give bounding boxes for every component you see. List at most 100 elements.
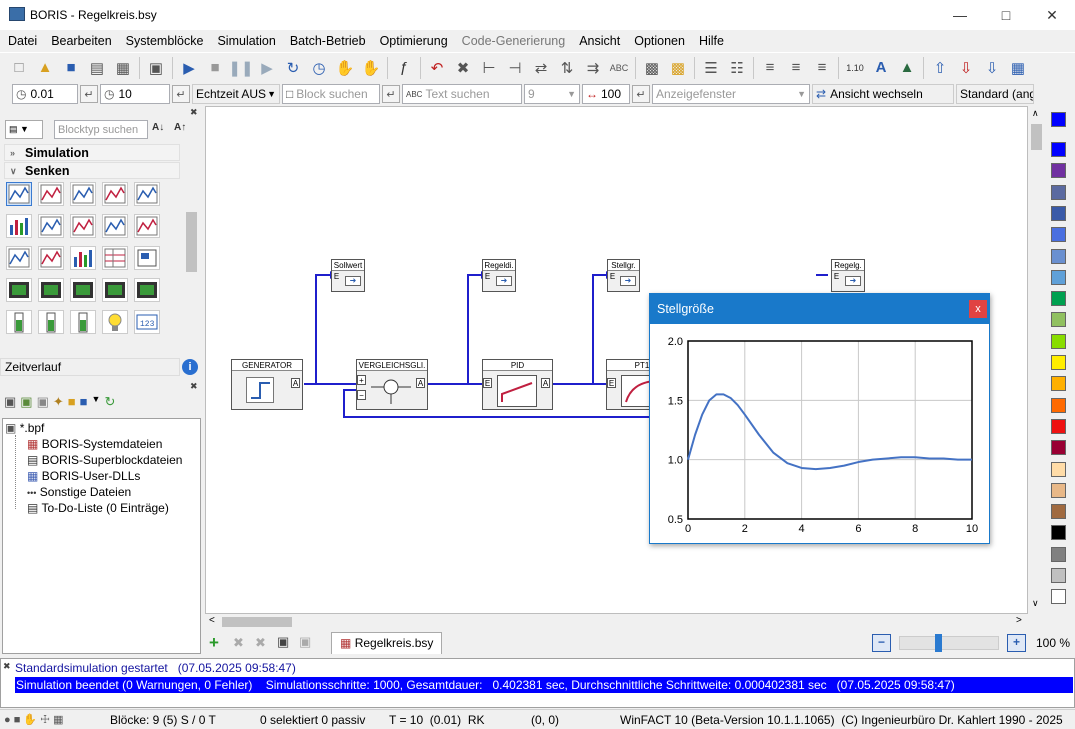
import-icon[interactable]: ⇩ (953, 56, 979, 80)
color-swatch[interactable] (1051, 333, 1066, 349)
tree-item[interactable]: ••• Sonstige Dateien (27, 485, 131, 499)
color-swatch[interactable] (1051, 355, 1066, 370)
block-search-field[interactable]: □ Block suchen (282, 84, 380, 104)
menu-simulation[interactable]: Simulation (210, 31, 282, 51)
switch-view-button[interactable]: ⇄ Ansicht wechseln (812, 84, 954, 104)
tree-item[interactable]: ▤ To-Do-Liste (0 Einträge) (27, 501, 169, 515)
palette-block-chart-icon[interactable] (102, 214, 128, 238)
download-icon[interactable]: ⇩ (979, 56, 1005, 80)
tree-item[interactable]: ▤ BORIS-Superblockdateien (27, 453, 182, 467)
color-swatch[interactable] (1051, 142, 1066, 157)
cut-icon[interactable]: ⊢ (476, 56, 502, 80)
sink-block-stellgr[interactable]: Stellgr. E ➜ (607, 259, 640, 292)
category-simulation[interactable]: » Simulation (4, 144, 180, 161)
panel-close-icon[interactable]: ✖ (190, 107, 198, 118)
plot-window[interactable]: Stellgröße x 0 2 4 6 8 10 0.5 1.0 1.5 2.0 (649, 293, 990, 544)
palette-block-bulb-icon[interactable] (102, 310, 128, 334)
block-type-search[interactable]: Blocktyp suchen (54, 120, 148, 139)
add-tab-icon[interactable]: + (209, 633, 219, 653)
close-button[interactable]: ✕ (1029, 0, 1075, 30)
new-project-icon[interactable]: ▣ (4, 394, 16, 416)
apply-step-icon[interactable]: ↵ (80, 85, 98, 103)
menu-systembloecke[interactable]: Systemblöcke (119, 31, 211, 51)
width-field[interactable]: ↔ 100 (582, 84, 630, 104)
panel-close-icon[interactable]: ✖ (3, 661, 11, 672)
align-center-icon[interactable]: ≡ (783, 56, 809, 80)
save-project-icon[interactable]: ■ (80, 394, 88, 416)
text-icon[interactable]: A (868, 56, 894, 80)
color-swatch[interactable] (1051, 205, 1066, 221)
active-color-swatch[interactable] (1051, 112, 1066, 127)
picture-icon[interactable]: ▲ (894, 56, 920, 80)
number-icon[interactable]: 1.10 (842, 56, 868, 80)
palette-block-meter-icon[interactable] (6, 310, 32, 334)
menu-datei[interactable]: Datei (1, 31, 44, 51)
step-icon[interactable]: ▶ (254, 56, 280, 80)
mirror-icon[interactable]: ⇅ (554, 56, 580, 80)
palette-block-display-icon[interactable] (70, 278, 96, 302)
display-icon[interactable]: ▦ (1005, 56, 1031, 80)
generator-block[interactable]: GENERATOR A (231, 359, 303, 410)
palette-block-display-icon[interactable] (102, 278, 128, 302)
menu-code-generierung[interactable]: Code-Generierung (455, 31, 573, 51)
palette-block-chart-icon[interactable] (70, 214, 96, 238)
info-icon[interactable]: i (182, 359, 198, 375)
palette-block-chart-icon[interactable] (6, 182, 32, 206)
tree-root[interactable]: ▣ *.bpf (5, 421, 44, 435)
sink-block-regeldi[interactable]: Regeldi. E ➜ (482, 259, 516, 292)
lock-icon[interactable]: ▩ (665, 56, 691, 80)
new-file-icon[interactable]: □ (6, 56, 32, 80)
rotate-icon[interactable]: ⇄ (528, 56, 554, 80)
align-left-icon[interactable]: ≡ (757, 56, 783, 80)
folder-icon[interactable]: ■ (68, 394, 76, 416)
formula-icon[interactable]: ƒ (391, 56, 417, 80)
chevron-down-icon[interactable]: ▼ (92, 394, 101, 416)
close-all-icon[interactable]: ✖ (255, 635, 266, 651)
sink-block-regelg[interactable]: Regelg. E ➜ (831, 259, 865, 292)
palette-block-chart-icon[interactable] (70, 182, 96, 206)
library-view-select[interactable]: ▤ ▼ (5, 120, 43, 139)
palette-block-meter-icon[interactable] (70, 310, 96, 334)
sync-icon[interactable]: ↻ (104, 394, 115, 416)
tree-item[interactable]: ▦ BORIS-User-DLLs (27, 469, 140, 483)
canvas-vertical-scrollbar[interactable]: ∧ ∨ (1028, 106, 1045, 614)
category-senken[interactable]: ∨ Senken (4, 162, 180, 179)
palette-block-digital-icon[interactable]: 123 (134, 310, 160, 334)
library-scrollbar[interactable] (184, 144, 199, 352)
palette-block-chart-icon[interactable] (38, 214, 64, 238)
color-swatch[interactable] (1051, 418, 1066, 434)
palette-block-chart-icon[interactable] (102, 182, 128, 206)
save-icon[interactable]: ■ (58, 56, 84, 80)
color-swatch[interactable] (1051, 504, 1066, 520)
close-icon[interactable]: x (969, 300, 987, 318)
align-right-icon[interactable]: ≡ (809, 56, 835, 80)
clock-icon[interactable]: ◷ (306, 56, 332, 80)
panel-close-icon[interactable]: ✖ (190, 381, 198, 392)
color-swatch[interactable] (1051, 589, 1066, 605)
color-swatch[interactable] (1051, 312, 1066, 328)
color-swatch[interactable] (1051, 269, 1066, 285)
stop-hand-icon[interactable]: ✋ (358, 56, 384, 80)
tab-duplicate-icon[interactable]: ▣ (299, 634, 311, 650)
stop-icon[interactable]: ■ (202, 56, 228, 80)
copy-icon[interactable]: ⊣ (502, 56, 528, 80)
palette-block-chart-icon[interactable] (38, 182, 64, 206)
palette-block-save-icon[interactable] (134, 246, 160, 270)
image-icon[interactable]: ▣ (143, 56, 169, 80)
color-swatch[interactable] (1051, 291, 1066, 307)
realtime-select[interactable]: Echtzeit AUS ▼ (192, 84, 280, 104)
hand-icon[interactable]: ✋ (332, 56, 358, 80)
wand-icon[interactable]: ✦ (53, 394, 64, 416)
minimize-button[interactable]: — (937, 0, 983, 30)
apply-width-icon[interactable]: ↵ (632, 85, 650, 103)
color-swatch[interactable] (1051, 525, 1066, 541)
comparator-block[interactable]: VERGLEICHSGLI. + − A (356, 359, 428, 410)
palette-block-chart-icon[interactable] (6, 246, 32, 270)
tree-item[interactable]: ▦ BORIS-Systemdateien (27, 437, 162, 451)
print-icon[interactable]: ▤ (84, 56, 110, 80)
apply-block-search-icon[interactable]: ↵ (382, 85, 400, 103)
count-select[interactable]: 9 ▼ (524, 84, 580, 104)
open-folder-icon[interactable]: ▲ (32, 56, 58, 80)
menu-optionen[interactable]: Optionen (627, 31, 692, 51)
align-icon[interactable]: ☰ (698, 56, 724, 80)
